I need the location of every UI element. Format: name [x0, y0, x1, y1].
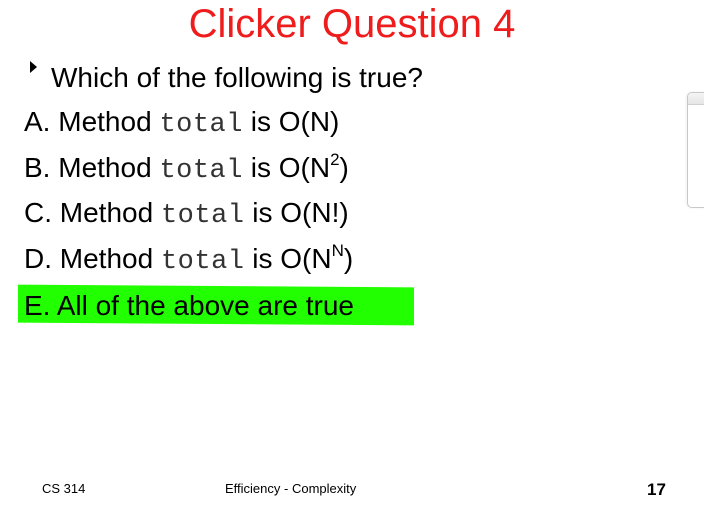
option-close: ): [339, 152, 349, 183]
option-code: total: [160, 247, 245, 277]
footer-topic: Efficiency - Complexity: [225, 481, 357, 496]
option-letter: E.: [24, 290, 51, 321]
option-letter: B.: [24, 152, 51, 183]
slide: Clicker Question 4 Which of the followin…: [0, 0, 704, 517]
option-letter: A.: [24, 106, 51, 137]
option-e: E. All of the above are true: [24, 288, 354, 324]
footer-course: CS 314: [42, 481, 86, 496]
side-popup-panel[interactable]: [687, 92, 704, 208]
option-suffix: is O(N: [250, 152, 331, 183]
option-d: D. Method total is O(NN): [24, 241, 353, 280]
option-letter: C.: [24, 197, 52, 228]
option-c: C. Method total is O(N!): [24, 195, 349, 234]
option-suffix: is O(N): [250, 106, 340, 137]
slide-title: Clicker Question 4: [188, 2, 516, 46]
option-code: total: [159, 156, 243, 186]
option-prefix: Method: [59, 243, 154, 274]
option-b: B. Method total is O(N2): [24, 150, 349, 189]
option-letter: D.: [24, 243, 52, 274]
option-suffix: is O(N!): [252, 197, 349, 228]
option-text: All of the above are true: [56, 290, 354, 321]
option-superscript: N: [331, 241, 344, 260]
question-text: Which of the following is true?: [51, 62, 423, 93]
option-prefix: Method: [59, 197, 154, 228]
page-number: 17: [647, 480, 666, 499]
option-prefix: Method: [58, 152, 152, 183]
question-line: Which of the following is true?: [30, 60, 423, 96]
option-a: A. Method total is O(N): [24, 104, 339, 143]
option-prefix: Method: [58, 106, 152, 137]
option-close: ): [343, 243, 354, 274]
option-code: total: [159, 110, 243, 140]
bullet-arrow-icon: [30, 61, 37, 73]
option-superscript: 2: [330, 150, 340, 169]
option-suffix: is O(N: [252, 243, 332, 274]
option-code: total: [160, 201, 245, 231]
side-popup-titlebar[interactable]: [688, 93, 704, 105]
